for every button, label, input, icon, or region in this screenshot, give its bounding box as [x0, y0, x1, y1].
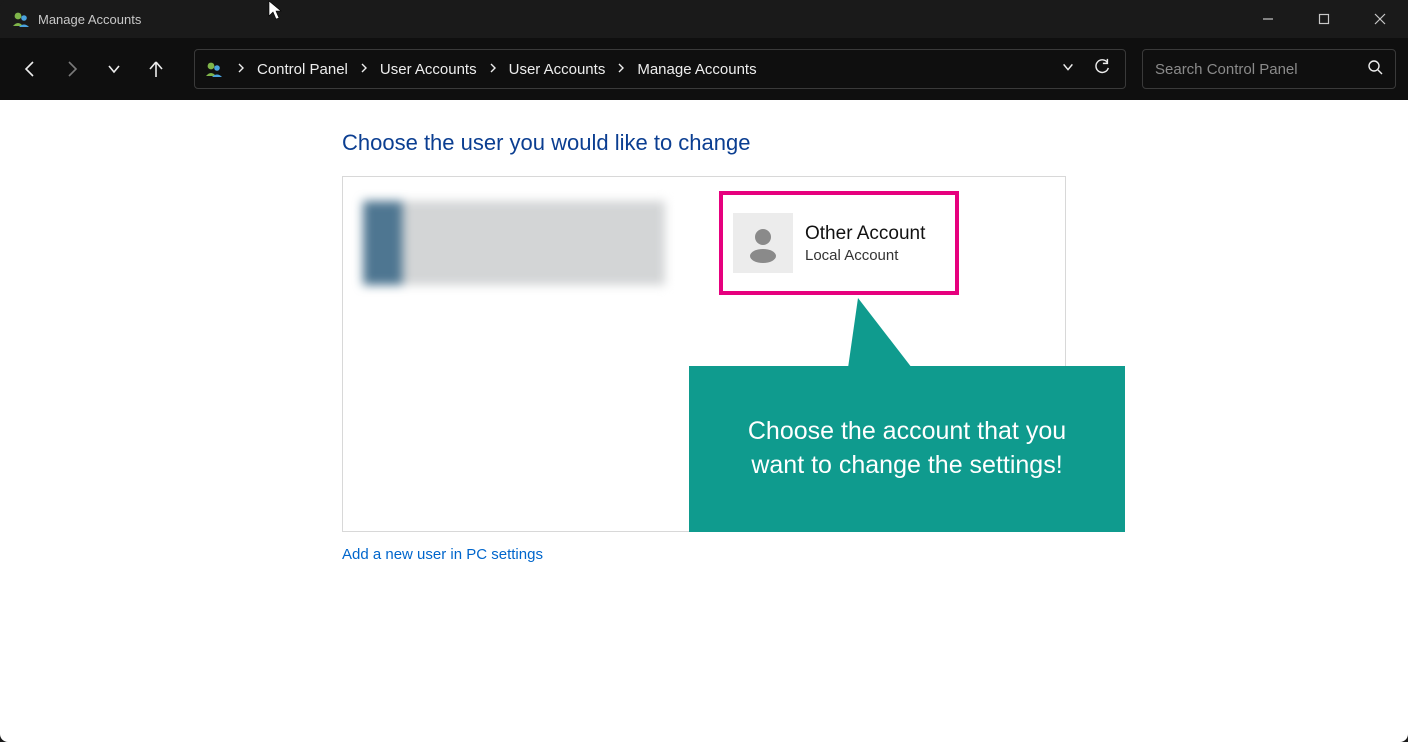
app-icon [12, 10, 30, 28]
account-name: Other Account [805, 223, 925, 245]
account-tile-redacted[interactable] [363, 201, 665, 285]
breadcrumb-item[interactable]: User Accounts [380, 61, 477, 78]
avatar [733, 213, 793, 273]
chevron-right-icon[interactable] [483, 62, 503, 76]
breadcrumb-item[interactable]: Manage Accounts [637, 61, 756, 78]
callout-text: Choose the account that you want to chan… [719, 415, 1095, 483]
breadcrumb-item[interactable]: User Accounts [509, 61, 606, 78]
close-button[interactable] [1352, 0, 1408, 38]
window: Manage Accounts [0, 0, 1408, 742]
titlebar: Manage Accounts [0, 0, 1408, 38]
account-type: Local Account [805, 247, 925, 264]
forward-button[interactable] [54, 51, 90, 87]
add-user-link[interactable]: Add a new user in PC settings [342, 546, 1408, 563]
refresh-button[interactable] [1093, 58, 1111, 80]
address-history-button[interactable] [1061, 60, 1075, 78]
address-bar[interactable]: Control Panel User Accounts User Account… [194, 49, 1126, 89]
minimize-button[interactable] [1240, 0, 1296, 38]
chevron-right-icon[interactable] [611, 62, 631, 76]
account-tile-other[interactable]: Other Account Local Account [719, 191, 959, 295]
chevron-right-icon[interactable] [354, 62, 374, 76]
search-icon[interactable] [1367, 59, 1383, 79]
window-title: Manage Accounts [38, 12, 141, 27]
navbar: Control Panel User Accounts User Account… [0, 38, 1408, 100]
page-heading: Choose the user you would like to change [342, 130, 1408, 156]
window-controls [1240, 0, 1408, 38]
back-button[interactable] [12, 51, 48, 87]
breadcrumb-item[interactable]: Control Panel [257, 61, 348, 78]
maximize-button[interactable] [1296, 0, 1352, 38]
location-icon [205, 60, 223, 78]
recent-locations-button[interactable] [96, 51, 132, 87]
account-text: Other Account Local Account [805, 223, 925, 264]
instruction-callout: Choose the account that you want to chan… [689, 366, 1125, 532]
callout-pointer [848, 298, 912, 368]
search-input[interactable] [1155, 61, 1367, 78]
content-area: Choose the user you would like to change… [0, 100, 1408, 742]
up-button[interactable] [138, 51, 174, 87]
search-box[interactable] [1142, 49, 1396, 89]
chevron-right-icon[interactable] [231, 62, 251, 76]
